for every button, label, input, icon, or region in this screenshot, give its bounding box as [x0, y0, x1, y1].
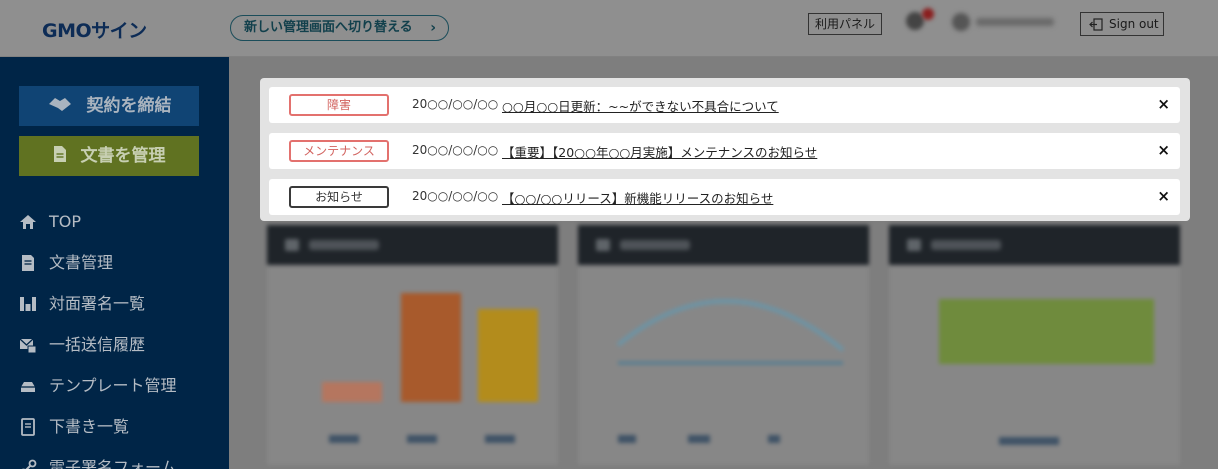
contract-button-label: 契約を締結	[86, 96, 172, 116]
sign-out-icon	[1089, 18, 1103, 31]
nav-label: 対面署名一覧	[49, 294, 146, 313]
nav-label: テンプレート管理	[49, 376, 177, 395]
manage-documents-label: 文書を管理	[80, 146, 166, 166]
notification-row[interactable]: 障害 20○○/○○/○○ ○○月○○日更新：~~ができない不具合について ×	[269, 87, 1180, 123]
notification-date: 20○○/○○/○○	[412, 189, 499, 203]
nav-label: TOP	[49, 212, 82, 231]
category-badge: メンテナンス	[289, 140, 389, 162]
status-bar-card	[267, 225, 558, 465]
usage-panel-button[interactable]: 利用パネル	[808, 13, 882, 35]
notification-date: 20○○/○○/○○	[412, 97, 499, 111]
sidebar: 契約を締結 文書を管理 TOP 文書管理 対面署名一覧 一括送信履歴 テンプレー…	[0, 57, 229, 469]
notification-badge	[922, 8, 934, 20]
usage-card	[889, 225, 1180, 465]
switch-admin-ui-button[interactable]: 新しい管理画面へ切り替える ›	[230, 15, 449, 41]
notifications-panel: 障害 20○○/○○/○○ ○○月○○日更新：~~ができない不具合について × …	[260, 78, 1190, 221]
user-menu[interactable]	[952, 13, 1056, 31]
draft-icon	[21, 418, 35, 436]
nav-item-e-sign-form[interactable]: 電子署名フォーム	[19, 457, 177, 469]
sign-out-label: Sign out	[1109, 17, 1159, 31]
template-icon	[21, 382, 35, 392]
notification-row[interactable]: お知らせ 20○○/○○/○○ 【○○/○○リリース】新機能リリースのお知らせ …	[269, 179, 1180, 215]
nav-item-documents[interactable]: 文書管理	[19, 252, 113, 274]
close-icon[interactable]: ×	[1157, 187, 1170, 205]
document-icon	[22, 255, 34, 271]
switch-admin-ui-label: 新しい管理画面へ切り替える	[244, 20, 413, 35]
line-chart-card	[578, 225, 869, 465]
bulk-send-icon	[19, 338, 37, 354]
chevron-right-icon: ›	[430, 20, 436, 36]
gmo-sign-logo[interactable]: GMOサイン	[42, 16, 147, 43]
category-badge: お知らせ	[289, 186, 389, 208]
manage-documents-button[interactable]: 文書を管理	[19, 136, 199, 176]
nav-label: 下書き一覧	[49, 417, 130, 436]
notification-title-link[interactable]: ○○月○○日更新：~~ができない不具合について	[502, 96, 779, 115]
nav-item-top[interactable]: TOP	[19, 211, 81, 233]
notification-title-link[interactable]: 【○○/○○リリース】新機能リリースのお知らせ	[502, 188, 773, 207]
nav-item-face-to-face[interactable]: 対面署名一覧	[19, 293, 145, 315]
nav-item-templates[interactable]: テンプレート管理	[19, 375, 177, 397]
face-to-face-icon	[20, 297, 36, 311]
nav-item-bulk-send[interactable]: 一括送信履歴	[19, 334, 145, 356]
notification-date: 20○○/○○/○○	[412, 143, 499, 157]
close-icon[interactable]: ×	[1157, 141, 1170, 159]
close-icon[interactable]: ×	[1157, 95, 1170, 113]
document-icon	[53, 146, 66, 162]
form-icon	[21, 459, 37, 469]
notification-title-link[interactable]: 【重要】【20○○年○○月実施】メンテナンスのお知らせ	[502, 142, 817, 161]
nav-label: 一括送信履歴	[49, 335, 146, 354]
category-badge: 障害	[289, 94, 389, 116]
home-icon	[20, 215, 36, 229]
contract-button[interactable]: 契約を締結	[19, 86, 199, 126]
top-header: GMOサイン 新しい管理画面へ切り替える › 利用パネル Sign out	[0, 0, 1218, 57]
nav-label: 文書管理	[49, 253, 114, 272]
notification-row[interactable]: メンテナンス 20○○/○○/○○ 【重要】【20○○年○○月実施】メンテナンス…	[269, 133, 1180, 169]
nav-item-drafts[interactable]: 下書き一覧	[19, 416, 129, 438]
sign-out-button[interactable]: Sign out	[1080, 12, 1164, 36]
nav-label: 電子署名フォーム	[49, 458, 177, 469]
handshake-icon	[48, 98, 71, 111]
